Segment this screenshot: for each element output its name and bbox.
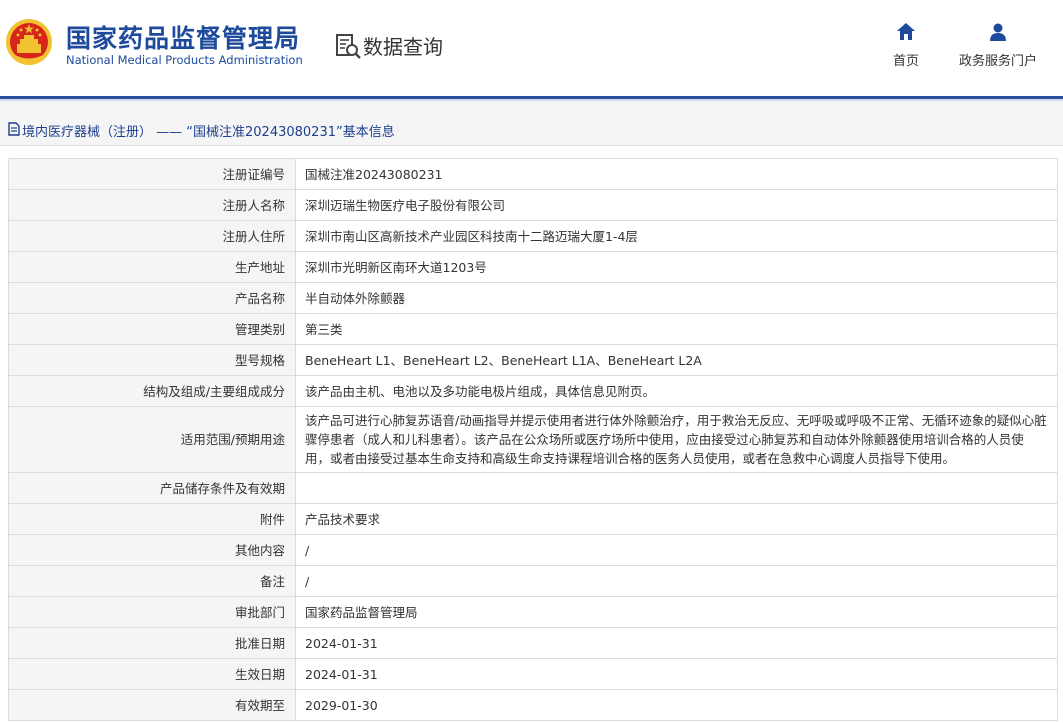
nav-service-portal-label: 政务服务门户 [958, 54, 1037, 69]
table-row: 批准日期 2024-01-31 [8, 627, 1058, 659]
table-row: 产品名称 半自动体外除颤器 [8, 282, 1058, 314]
field-label: 批准日期 [8, 627, 296, 659]
field-value: 该产品可进行心肺复苏语音/动画指导并提示使用者进行体外除颤治疗，用于救治无反应、… [295, 406, 1058, 473]
user-icon [990, 23, 1006, 41]
table-row: 有效期至 2029-01-30 [8, 689, 1058, 721]
home-icon [897, 23, 915, 40]
field-value [295, 472, 1058, 504]
table-row: 审批部门 国家药品监督管理局 [8, 596, 1058, 628]
site-header: 国家药品监督管理局 National Medical Products Admi… [0, 0, 1063, 96]
field-value: 2024-01-31 [295, 627, 1058, 659]
field-value: BeneHeart L1、BeneHeart L2、BeneHeart L1A、… [295, 344, 1058, 376]
field-label: 附件 [8, 503, 296, 535]
table-row: 备注 / [8, 565, 1058, 597]
field-label: 结构及组成/主要组成成分 [8, 375, 296, 407]
nav-home-label: 首页 [892, 54, 919, 69]
national-emblem-icon [6, 19, 52, 65]
field-value: / [295, 565, 1058, 597]
field-value: 该产品由主机、电池以及多功能电极片组成，具体信息见附页。 [295, 375, 1058, 407]
table-row: 其他内容 / [8, 534, 1058, 566]
field-value: 深圳市光明新区南环大道1203号 [295, 251, 1058, 283]
table-row: 注册证编号 国械注准20243080231 [8, 158, 1058, 190]
field-value: 产品技术要求 [295, 503, 1058, 535]
field-label: 备注 [8, 565, 296, 597]
table-row: 附件 产品技术要求 [8, 503, 1058, 535]
field-label: 型号规格 [8, 344, 296, 376]
field-label: 管理类别 [8, 313, 296, 345]
table-row: 生效日期 2024-01-31 [8, 658, 1058, 690]
field-label: 适用范围/预期用途 [8, 406, 296, 473]
section-title: 数据查询 [363, 35, 443, 59]
field-label: 有效期至 [8, 689, 296, 721]
field-label: 注册人住所 [8, 220, 296, 252]
breadcrumb[interactable]: 境内医疗器械（注册） —— “国械注准20243080231”基本信息 [22, 121, 395, 140]
site-subtitle: National Medical Products Administration [66, 53, 303, 67]
field-label: 产品储存条件及有效期 [8, 472, 296, 504]
field-value: 第三类 [295, 313, 1058, 345]
field-label: 注册人名称 [8, 189, 296, 221]
field-value: 深圳市南山区高新技术产业园区科技南十二路迈瑞大厦1-4层 [295, 220, 1058, 252]
field-label: 审批部门 [8, 596, 296, 628]
document-icon [8, 122, 20, 136]
field-value: 深圳迈瑞生物医疗电子股份有限公司 [295, 189, 1058, 221]
table-row: 生产地址 深圳市光明新区南环大道1203号 [8, 251, 1058, 283]
field-label: 注册证编号 [8, 158, 296, 190]
nav-service-portal-link[interactable]: 政务服务门户 [956, 22, 1040, 70]
field-value: / [295, 534, 1058, 566]
field-label: 产品名称 [8, 282, 296, 314]
table-row: 适用范围/预期用途 该产品可进行心肺复苏语音/动画指导并提示使用者进行体外除颤治疗… [8, 406, 1058, 473]
table-row: 型号规格 BeneHeart L1、BeneHeart L2、BeneHeart … [8, 344, 1058, 376]
site-title: 国家药品监督管理局 [66, 24, 301, 53]
table-row: 注册人名称 深圳迈瑞生物医疗电子股份有限公司 [8, 189, 1058, 221]
field-value: 国械注准20243080231 [295, 158, 1058, 190]
field-value: 国家药品监督管理局 [295, 596, 1058, 628]
table-row: 结构及组成/主要组成成分 该产品由主机、电池以及多功能电极片组成，具体信息见附页。 [8, 375, 1058, 407]
field-label: 其他内容 [8, 534, 296, 566]
field-value: 半自动体外除颤器 [295, 282, 1058, 314]
field-label: 生效日期 [8, 658, 296, 690]
field-label: 生产地址 [8, 251, 296, 283]
table-row: 管理类别 第三类 [8, 313, 1058, 345]
field-value: 2029-01-30 [295, 689, 1058, 721]
nav-home-link[interactable]: 首页 [884, 22, 928, 70]
table-row: 产品储存条件及有效期 [8, 472, 1058, 504]
field-value: 2024-01-31 [295, 658, 1058, 690]
document-search-icon [336, 34, 361, 59]
device-info-table: 注册证编号 国械注准20243080231 注册人名称 深圳迈瑞生物医疗电子股份有限公… [8, 158, 1058, 721]
table-row: 注册人住所 深圳市南山区高新技术产业园区科技南十二路迈瑞大厦1-4层 [8, 220, 1058, 252]
